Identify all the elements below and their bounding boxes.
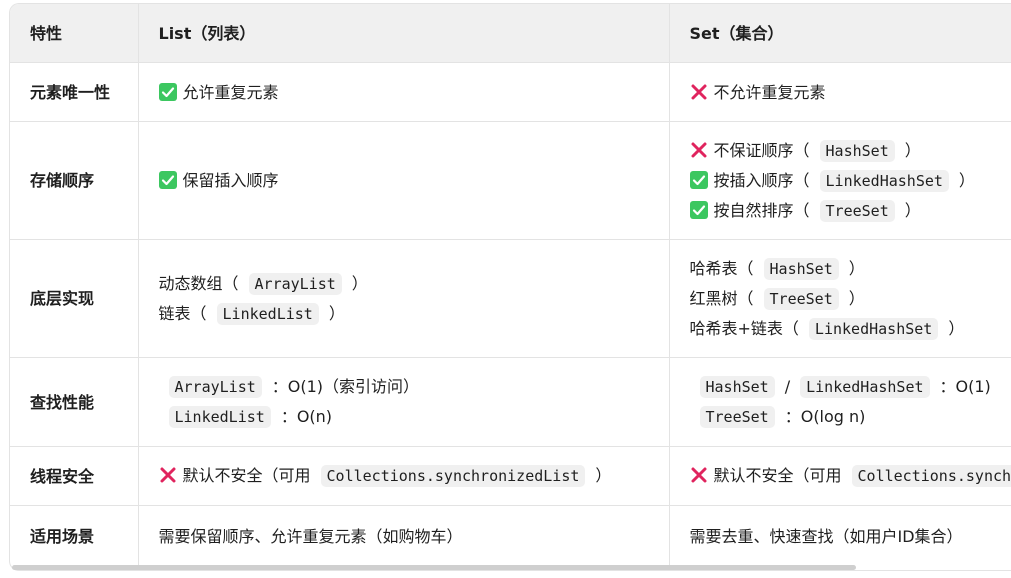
cell-text: 哈希表+链表（ <box>689 318 799 338</box>
row-label: 线程安全 <box>10 446 139 506</box>
header-feature: 特性 <box>10 4 139 63</box>
cell-text: ） <box>958 170 975 190</box>
cross-icon <box>159 466 177 484</box>
cell-text: ：O(log n) <box>784 407 866 426</box>
cell-text: 默认不安全（可用 <box>182 466 311 485</box>
row-label: 查找性能 <box>10 357 139 447</box>
inline-code: TreeSet <box>699 406 775 428</box>
comparison-table-container[interactable]: 特性 List（列表） Set（集合） 元素唯一性 允许重复元素 不允许重复元素… <box>9 3 1011 571</box>
check-icon <box>158 171 177 189</box>
cell-line: 链表（ LinkedList ） <box>159 299 649 329</box>
row-label: 底层实现 <box>10 239 139 358</box>
header-list: List（列表） <box>138 4 670 63</box>
table-row: 存储顺序 保留插入顺序 不保证顺序（ HashSet ） 按插入顺序（ LinkedH… <box>10 121 1011 240</box>
cell-text: ） <box>904 140 921 160</box>
inline-code: TreeSet <box>819 199 895 222</box>
row-label: 适用场景 <box>10 505 139 566</box>
cell-line: HashSet / LinkedHashSet ：O(1) <box>690 372 1011 402</box>
inline-code: Collections.synchronizedList <box>320 465 586 487</box>
check-icon <box>689 170 708 189</box>
cell-line: 红黑树（ TreeSet ） <box>690 284 1011 314</box>
header-row: 特性 List（列表） Set（集合） <box>10 4 1011 63</box>
inline-code: HashSet <box>763 257 839 280</box>
check-icon <box>689 200 708 219</box>
cell-text: ） <box>351 273 368 293</box>
comparison-table: 特性 List（列表） Set（集合） 元素唯一性 允许重复元素 不允许重复元素… <box>10 4 1011 566</box>
cell-text: 不允许重复元素 <box>713 82 826 102</box>
list-cell: 保留插入顺序 <box>138 121 670 240</box>
set-cell: 不允许重复元素 <box>669 62 1011 122</box>
cell-line: 按插入顺序（ LinkedHashSet ） <box>689 166 1011 196</box>
inline-code: LinkedHashSet <box>808 317 939 340</box>
cell-text: 不保证顺序（ <box>713 140 810 160</box>
cell-line: LinkedList ：O(n) <box>159 402 649 432</box>
cell-text: ：O(1) <box>939 377 991 396</box>
cell-text: 按自然排序（ <box>713 200 810 220</box>
cell-line: 哈希表（ HashSet ） <box>690 254 1011 284</box>
cell-line: 哈希表+链表（ LinkedHashSet ） <box>690 314 1011 344</box>
set-cell: HashSet / LinkedHashSet ：O(1) TreeSet ：O(log… <box>669 357 1011 447</box>
inline-code: LinkedHashSet <box>800 376 930 398</box>
inline-code: LinkedList <box>216 302 319 325</box>
set-cell: 需要去重、快速查找（如用户ID集合） <box>669 505 1011 566</box>
cell-text: ） <box>948 318 965 338</box>
row-label: 存储顺序 <box>10 121 139 240</box>
inline-code: ArrayList <box>168 376 262 398</box>
cell-text: 默认不安全（可用 <box>713 466 842 485</box>
cell-text: ） <box>595 466 612 485</box>
cell-line: 按自然排序（ TreeSet ） <box>689 196 1011 226</box>
cell-line: ArrayList ：O(1)（索引访问） <box>159 372 649 402</box>
cell-text: ） <box>328 303 345 323</box>
cell-text: ：O(n) <box>280 407 333 426</box>
cell-text: ：O(1)（索引访问） <box>271 377 420 396</box>
list-cell: ArrayList ：O(1)（索引访问） LinkedList ：O(n) <box>138 357 670 447</box>
cell-text: 按插入顺序（ <box>713 170 810 190</box>
cell-text: 动态数组（ <box>158 273 239 293</box>
list-cell: 需要保留顺序、允许重复元素（如购物车） <box>138 505 670 566</box>
list-cell: 允许重复元素 <box>138 62 670 122</box>
table-row: 适用场景 需要保留顺序、允许重复元素（如购物车） 需要去重、快速查找（如用户ID… <box>10 505 1011 566</box>
cell-line: 不保证顺序（ HashSet ） <box>690 136 1011 166</box>
cell-text: ） <box>848 258 865 278</box>
cell-text: 允许重复元素 <box>182 82 279 102</box>
horizontal-scrollbar[interactable] <box>12 565 856 570</box>
row-label: 元素唯一性 <box>10 62 139 122</box>
inline-code: Collections.synchronizedSet <box>851 465 1011 487</box>
inline-code: ArrayList <box>248 272 342 295</box>
table-row: 查找性能 ArrayList ：O(1)（索引访问） LinkedList ：O(n… <box>10 357 1011 447</box>
table-row: 底层实现 动态数组（ ArrayList ） 链表（ LinkedList ） 哈希表（… <box>10 239 1011 358</box>
set-cell: 默认不安全（可用Collections.synchronizedSet） <box>669 446 1011 506</box>
list-cell: 动态数组（ ArrayList ） 链表（ LinkedList ） <box>138 239 670 358</box>
check-icon <box>158 82 177 101</box>
cell-line: 动态数组（ ArrayList ） <box>159 269 649 299</box>
set-cell: 不保证顺序（ HashSet ） 按插入顺序（ LinkedHashSet ） 按自然排… <box>669 121 1011 240</box>
cross-icon <box>690 83 708 101</box>
cell-text: ） <box>904 200 921 220</box>
inline-code: HashSet <box>819 139 895 162</box>
set-cell: 哈希表（ HashSet ） 红黑树（ TreeSet ） 哈希表+链表（ LinkedH… <box>669 239 1011 358</box>
cell-line: TreeSet ：O(log n) <box>690 402 1011 432</box>
table-row: 元素唯一性 允许重复元素 不允许重复元素 <box>10 62 1011 122</box>
inline-code: TreeSet <box>763 287 839 310</box>
cell-text: 红黑树（ <box>689 288 754 308</box>
cross-icon <box>690 141 708 159</box>
separator-slash: / <box>784 377 791 396</box>
cell-text: 保留插入顺序 <box>182 171 279 190</box>
cell-text: 链表（ <box>158 303 207 323</box>
inline-code: HashSet <box>699 376 775 398</box>
cell-text: 哈希表（ <box>689 258 754 278</box>
cell-text: ） <box>848 288 865 308</box>
header-set: Set（集合） <box>669 4 1011 63</box>
cross-icon <box>690 466 708 484</box>
list-cell: 默认不安全（可用 Collections.synchronizedList ） <box>138 446 670 506</box>
inline-code: LinkedList <box>168 406 271 428</box>
table-row: 线程安全 默认不安全（可用 Collections.synchronizedLis… <box>10 446 1011 506</box>
inline-code: LinkedHashSet <box>819 169 949 192</box>
